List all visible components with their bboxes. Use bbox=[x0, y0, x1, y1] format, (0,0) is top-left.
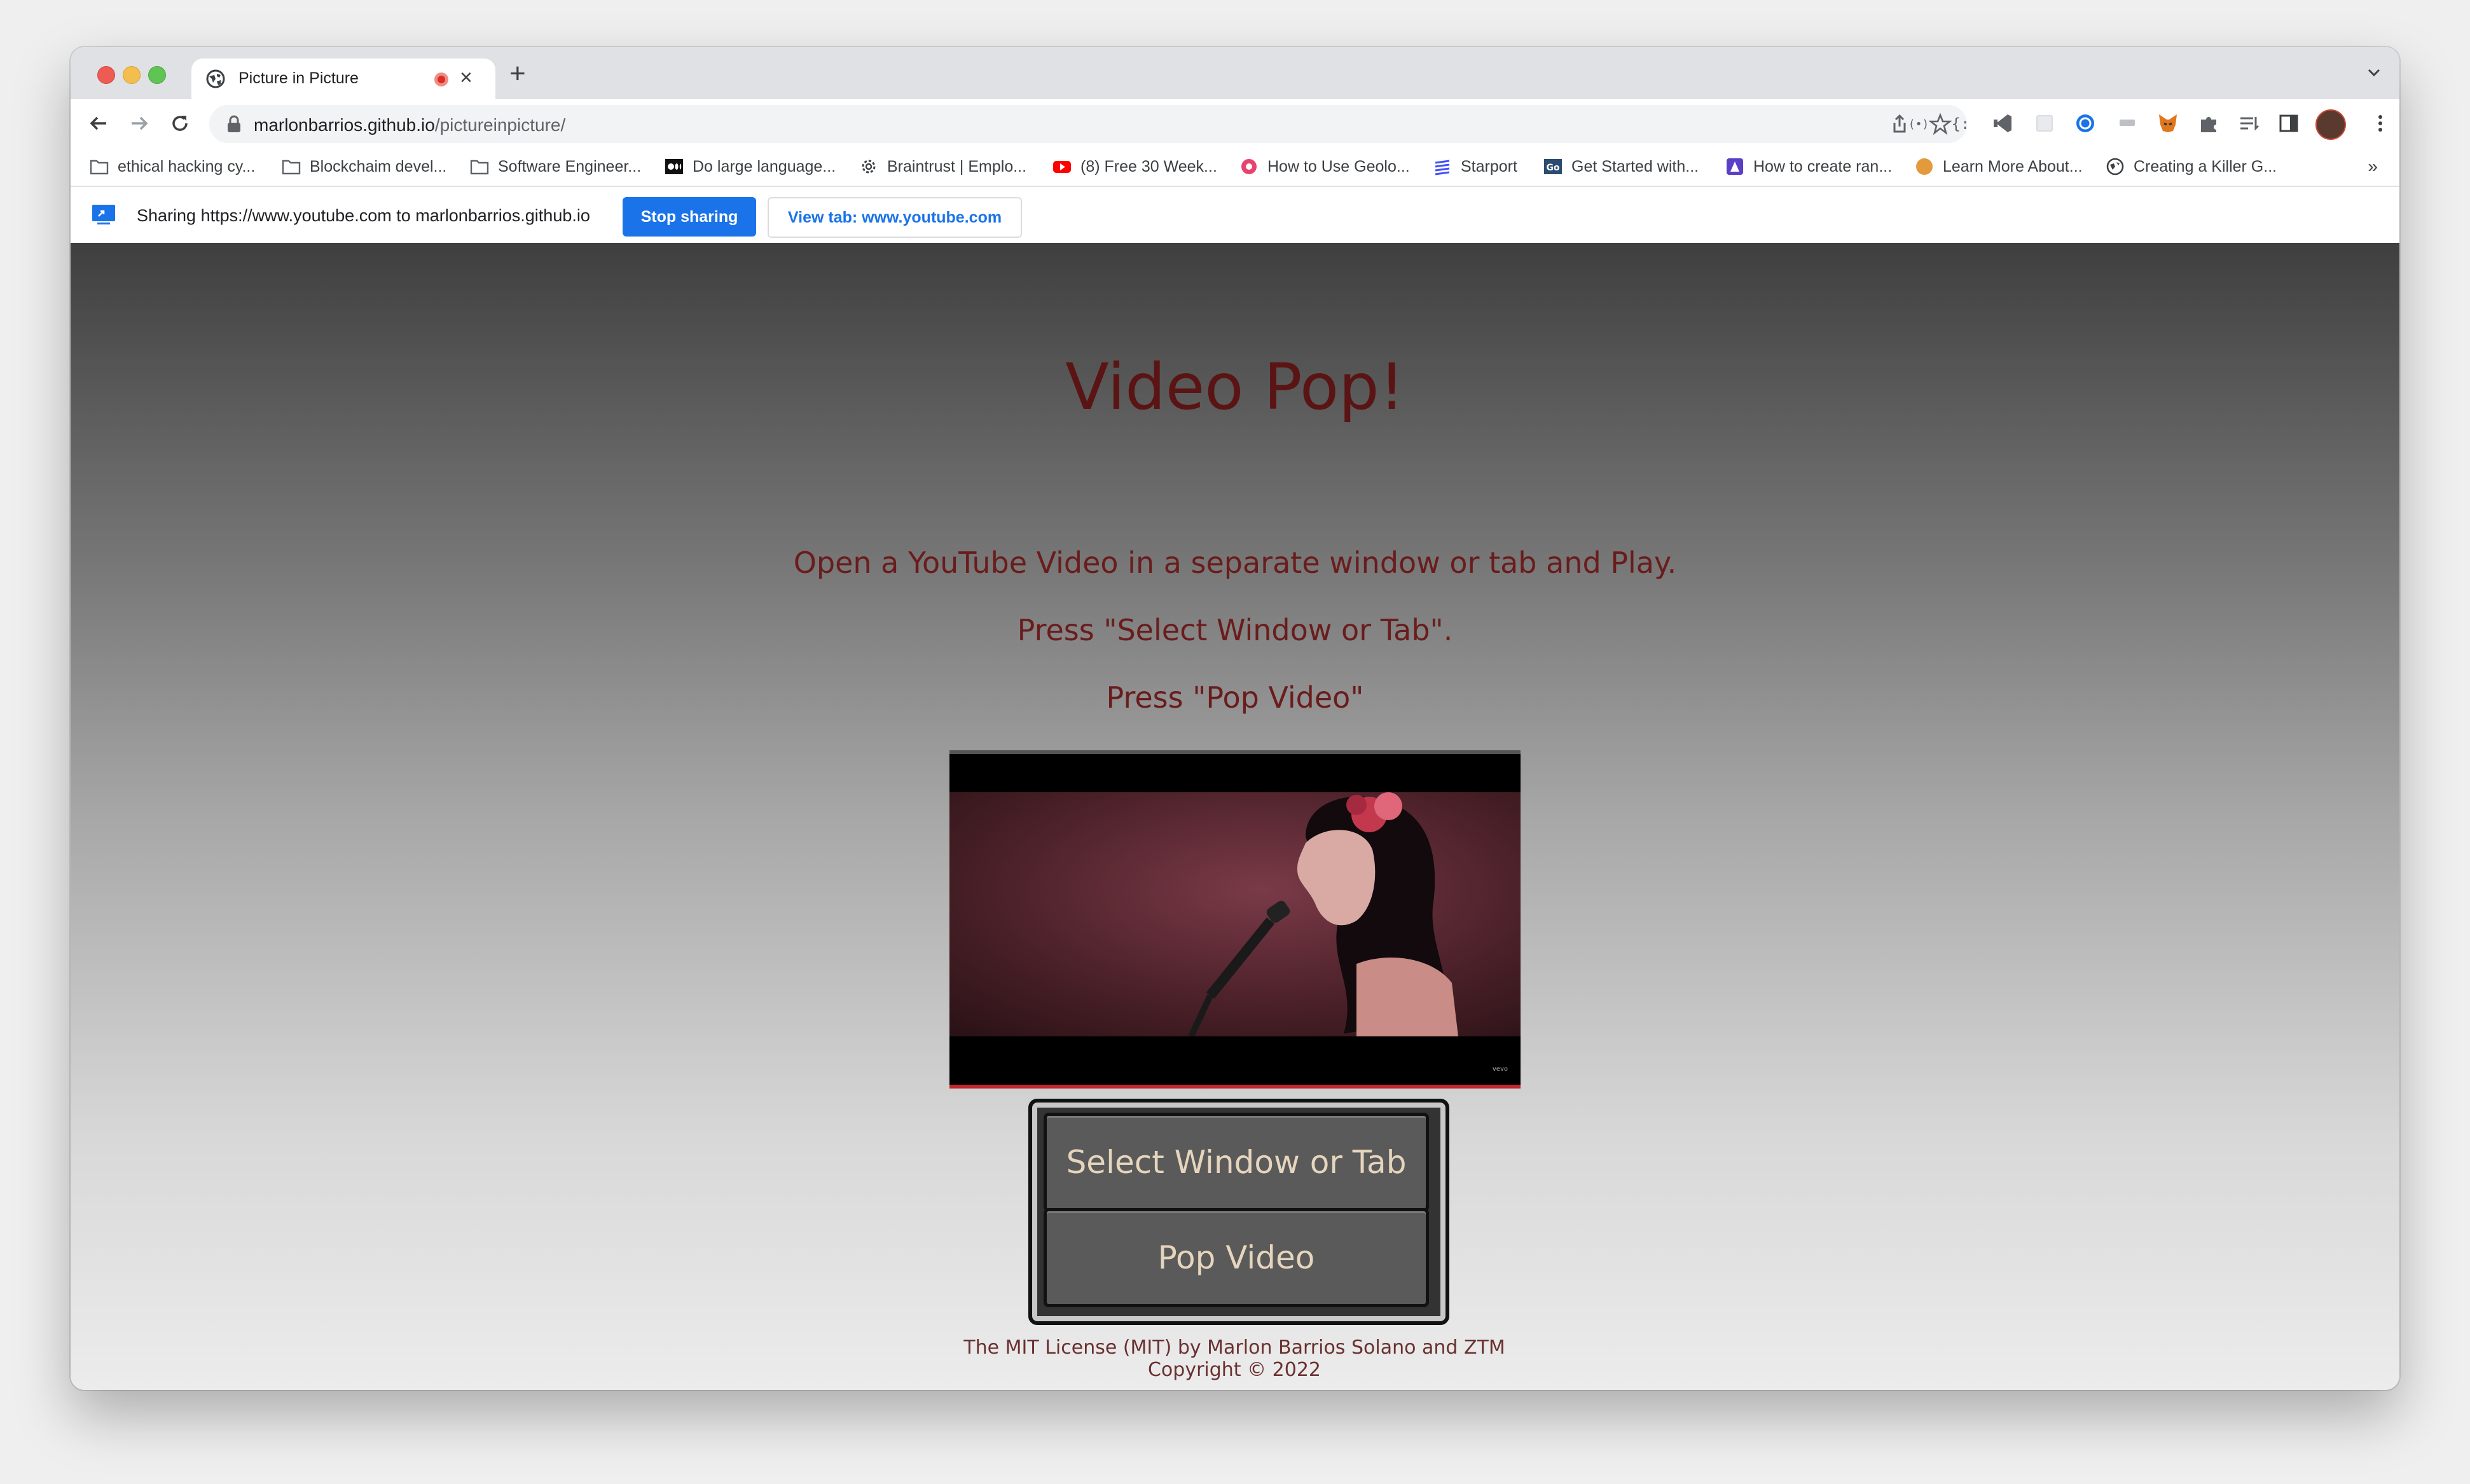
bookmark-item[interactable]: Do large language... bbox=[665, 155, 836, 178]
pop-video-button[interactable]: Pop Video bbox=[1044, 1208, 1429, 1307]
bookmark-label: Get Started with... bbox=[1571, 157, 1699, 175]
site-icon bbox=[1727, 158, 1743, 175]
tab-picture-in-picture[interactable]: Picture in Picture × bbox=[191, 58, 495, 99]
more-bookmarks-button[interactable]: » bbox=[2368, 156, 2378, 177]
bookmark-label: (8) Free 30 Week... bbox=[1080, 157, 1217, 175]
puzzle-piece-icon[interactable] bbox=[2197, 112, 2220, 135]
instruction-text: Open a YouTube Video in a separate windo… bbox=[793, 546, 1677, 580]
bookmark-item[interactable]: ethical hacking cy... bbox=[90, 155, 255, 178]
extension-blue-circle-icon[interactable] bbox=[2074, 112, 2097, 135]
go-icon: Go bbox=[1544, 159, 1562, 174]
extension-broadcast-icon[interactable]: (•) bbox=[1907, 112, 1930, 135]
folder-icon bbox=[470, 160, 489, 175]
bookmarks-bar: ethical hacking cy... Blockchaim devel..… bbox=[71, 149, 2399, 186]
url-text: marlonbarrios.github.io/pictureinpicture… bbox=[254, 115, 565, 135]
svg-text:(•): (•) bbox=[1908, 118, 1929, 131]
bookmark-item[interactable]: Go Get Started with... bbox=[1543, 155, 1699, 178]
folder-icon bbox=[90, 160, 109, 175]
url-host: marlonbarrios.github.io bbox=[254, 115, 435, 135]
bookmark-label: Software Engineer... bbox=[498, 157, 642, 175]
controls-panel: Select Window or Tab Pop Video bbox=[1028, 1099, 1449, 1325]
bookmark-item[interactable]: How to Use Geolo... bbox=[1239, 155, 1410, 178]
tab-sharing-infobar: Sharing https://www.youtube.com to marlo… bbox=[71, 186, 2399, 244]
chevron-down-icon[interactable] bbox=[2365, 64, 2383, 81]
bookmark-item[interactable]: Creating a Killer G... bbox=[2106, 155, 2277, 178]
extension-square-icon[interactable] bbox=[2033, 112, 2056, 135]
globe-icon bbox=[206, 69, 225, 88]
instruction-text: Press "Pop Video" bbox=[1106, 680, 1364, 715]
youtube-icon bbox=[1053, 161, 1071, 173]
browser-toolbar: marlonbarrios.github.io/pictureinpicture… bbox=[71, 99, 2399, 149]
reading-list-icon[interactable] bbox=[2238, 112, 2261, 135]
bookmark-label: ethical hacking cy... bbox=[118, 157, 256, 175]
reload-icon[interactable] bbox=[167, 111, 193, 136]
bookmark-item[interactable]: How to create ran... bbox=[1725, 155, 1892, 178]
starport-icon bbox=[1435, 160, 1450, 175]
folder-icon bbox=[282, 160, 301, 175]
star-icon[interactable] bbox=[1929, 113, 1952, 135]
footer-license: The MIT License (MIT) by Marlon Barrios … bbox=[963, 1336, 1505, 1381]
bookmark-label: Creating a Killer G... bbox=[2134, 157, 2277, 175]
orange-dot-icon bbox=[1916, 158, 1933, 175]
bookmark-label: Learn More About... bbox=[1943, 157, 2083, 175]
maximize-window-button[interactable] bbox=[148, 66, 166, 84]
globe-icon bbox=[2106, 158, 2124, 175]
svg-text:Go: Go bbox=[1546, 163, 1559, 173]
bookmark-item[interactable]: Starport bbox=[1433, 155, 1517, 178]
bookmark-item[interactable]: (8) Free 30 Week... bbox=[1052, 155, 1217, 178]
extension-code-icon[interactable]: {: bbox=[1949, 112, 1972, 135]
tab-close-button[interactable]: × bbox=[460, 66, 473, 89]
video-frame: vevo bbox=[949, 754, 1521, 1077]
medium-icon bbox=[665, 159, 683, 174]
recording-indicator-icon bbox=[434, 72, 448, 86]
video-player[interactable]: vevo bbox=[949, 750, 1521, 1089]
bookmark-item[interactable]: Software Engineer... bbox=[470, 155, 641, 178]
stop-sharing-button[interactable]: Stop sharing bbox=[623, 197, 756, 237]
svg-text:{:: {: bbox=[1952, 115, 1970, 133]
bookmark-label: How to Use Geolo... bbox=[1267, 157, 1410, 175]
bookmark-item[interactable]: Learn More About... bbox=[1915, 155, 2083, 178]
extension-gray-icon[interactable] bbox=[2116, 112, 2139, 135]
close-window-button[interactable] bbox=[97, 66, 115, 84]
sharing-message: Sharing https://www.youtube.com to marlo… bbox=[137, 206, 590, 225]
page-title: Video Pop! bbox=[1065, 350, 1405, 424]
metamask-fox-icon[interactable] bbox=[2156, 112, 2179, 135]
more-vertical-icon[interactable] bbox=[2369, 112, 2392, 135]
tab-strip: Picture in Picture × + bbox=[71, 47, 2399, 99]
bookmark-label: How to create ran... bbox=[1753, 157, 1893, 175]
tab-title: Picture in Picture bbox=[238, 69, 359, 87]
lock-icon bbox=[228, 115, 240, 132]
browser-window: Picture in Picture × + marlonbarrios.git… bbox=[71, 47, 2399, 1390]
minimize-window-button[interactable] bbox=[123, 66, 141, 84]
vscode-icon[interactable] bbox=[1991, 112, 2014, 135]
bookmark-label: Blockchaim devel... bbox=[310, 157, 447, 175]
view-tab-button[interactable]: View tab: www.youtube.com bbox=[768, 197, 1022, 238]
screen-share-icon bbox=[92, 205, 115, 224]
bookmark-label: Braintrust | Emplo... bbox=[887, 157, 1027, 175]
page-content: Video Pop! Open a YouTube Video in a sep… bbox=[71, 243, 2399, 1390]
bookmark-item[interactable]: Blockchaim devel... bbox=[282, 155, 446, 178]
url-path: /pictureinpicture/ bbox=[434, 115, 566, 135]
svg-text:vevo: vevo bbox=[1493, 1066, 1508, 1073]
forward-arrow-icon[interactable] bbox=[127, 111, 152, 136]
side-panel-icon[interactable] bbox=[2277, 112, 2300, 135]
site-icon bbox=[1241, 159, 1257, 174]
bookmark-label: Starport bbox=[1461, 157, 1517, 175]
bookmark-item[interactable]: Braintrust | Emplo... bbox=[859, 155, 1026, 178]
back-arrow-icon[interactable] bbox=[86, 111, 111, 136]
bookmark-label: Do large language... bbox=[693, 157, 836, 175]
instruction-text: Press "Select Window or Tab". bbox=[1017, 613, 1453, 647]
profile-avatar[interactable] bbox=[2315, 109, 2346, 140]
new-tab-button[interactable]: + bbox=[509, 60, 526, 88]
select-window-button[interactable]: Select Window or Tab bbox=[1044, 1113, 1429, 1212]
address-bar[interactable]: marlonbarrios.github.io/pictureinpicture… bbox=[209, 105, 1967, 143]
gear-icon bbox=[862, 160, 876, 174]
